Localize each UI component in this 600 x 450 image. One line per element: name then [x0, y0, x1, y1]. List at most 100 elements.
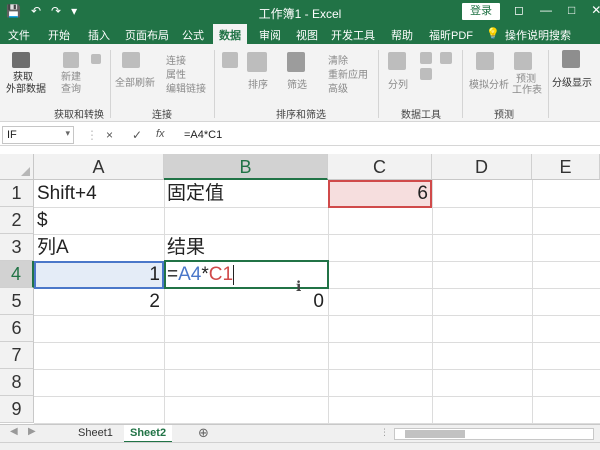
new-query-icon[interactable]: [63, 52, 79, 68]
get-data-icon[interactable]: [12, 52, 30, 68]
new-query-button[interactable]: 新建 查询: [56, 72, 86, 96]
get-external-data-button[interactable]: 获取 外部数据: [6, 72, 46, 96]
row-header-9[interactable]: 9: [0, 396, 34, 423]
properties-button[interactable]: 属性: [166, 66, 186, 81]
tab-developer[interactable]: 开发工具: [331, 27, 375, 43]
login-button[interactable]: 登录: [462, 3, 500, 20]
cell-c1[interactable]: 6: [328, 180, 432, 207]
forecast-sheet-button[interactable]: 预测 工作表: [512, 74, 542, 96]
group-separator: [548, 50, 549, 118]
cell-b4-editor[interactable]: =A4*C1: [164, 261, 328, 288]
refresh-all-button[interactable]: 全部刷新: [115, 74, 155, 89]
tab-view[interactable]: 视图: [296, 27, 318, 43]
sheet-tab-sheet2[interactable]: Sheet2: [124, 425, 173, 443]
gridline: [532, 180, 533, 424]
column-header-d[interactable]: D: [432, 154, 532, 180]
cell-a4[interactable]: 1: [34, 261, 164, 288]
text-to-columns-button[interactable]: 分列: [388, 76, 408, 91]
cell-b5[interactable]: 0: [164, 288, 328, 315]
tab-review[interactable]: 审阅: [259, 27, 281, 43]
select-all-icon: [21, 167, 30, 176]
scroll-right-icon[interactable]: ▶: [28, 426, 36, 437]
column-header-b[interactable]: B: [164, 154, 328, 180]
sheet-tab-sheet1[interactable]: Sheet1: [72, 425, 119, 443]
sort-az-icon[interactable]: [222, 52, 238, 68]
cell-b3[interactable]: 结果: [164, 234, 328, 261]
outline-button[interactable]: 分级显示: [552, 74, 592, 89]
filter-icon[interactable]: [287, 52, 305, 72]
row-header-4[interactable]: 4: [0, 261, 34, 288]
row-header-1[interactable]: 1: [0, 180, 34, 207]
what-if-analysis-button[interactable]: 模拟分析: [469, 76, 509, 91]
edit-links-button[interactable]: 编辑链接: [166, 80, 206, 95]
group-separator: [378, 50, 379, 118]
tab-home[interactable]: 开始: [48, 27, 70, 43]
text-cursor: [233, 264, 235, 285]
what-if-analysis-icon[interactable]: [476, 52, 494, 70]
advanced-button[interactable]: 高级: [328, 80, 348, 95]
cell-a3[interactable]: 列A: [34, 234, 164, 261]
tab-foxit-pdf[interactable]: 福昕PDF: [429, 27, 473, 43]
row-header-6[interactable]: 6: [0, 315, 34, 342]
refresh-all-icon[interactable]: [122, 52, 140, 68]
close-icon[interactable]: ✕: [591, 3, 600, 17]
formula-ref-a4: A4: [178, 264, 202, 285]
row-header-7[interactable]: 7: [0, 342, 34, 369]
tab-split-icon[interactable]: ⋮: [380, 427, 389, 438]
sort-icon[interactable]: [247, 52, 267, 72]
clear-button[interactable]: 清除: [328, 52, 348, 67]
cell-a2[interactable]: $: [34, 207, 164, 234]
cancel-icon[interactable]: ×: [106, 128, 113, 142]
formula-bar: IF ▾ ⋮ × ✓ fx =A4*C1: [0, 124, 600, 146]
gridline: [34, 315, 600, 316]
tab-data[interactable]: 数据: [213, 24, 247, 44]
minimize-icon[interactable]: —: [540, 3, 552, 17]
cell-a5[interactable]: 2: [34, 288, 164, 315]
group-separator: [214, 50, 215, 118]
tab-file[interactable]: 文件: [8, 27, 30, 43]
tab-formulas[interactable]: 公式: [182, 27, 204, 43]
horizontal-scrollbar[interactable]: [394, 428, 594, 440]
scroll-left-icon[interactable]: ◀: [10, 426, 18, 437]
chevron-down-icon[interactable]: ▾: [65, 128, 70, 139]
name-box[interactable]: IF ▾: [2, 126, 74, 144]
row-header-3[interactable]: 3: [0, 234, 34, 261]
insert-function-icon[interactable]: fx: [156, 128, 165, 140]
flash-fill-icon[interactable]: [420, 52, 432, 64]
row-header-2[interactable]: 2: [0, 207, 34, 234]
maximize-icon[interactable]: □: [568, 3, 575, 17]
gridline: [34, 396, 600, 397]
tab-insert[interactable]: 插入: [88, 27, 110, 43]
cell-a1[interactable]: Shift+4: [34, 180, 164, 207]
outline-icon[interactable]: [562, 50, 580, 68]
remove-duplicates-icon[interactable]: [420, 68, 432, 80]
ibeam-cursor-icon: ℹ: [296, 278, 302, 294]
row-header-5[interactable]: 5: [0, 288, 34, 315]
add-sheet-icon[interactable]: ⊕: [198, 425, 209, 441]
select-all-corner[interactable]: [0, 154, 34, 180]
tab-page-layout[interactable]: 页面布局: [125, 27, 169, 43]
tell-me-search[interactable]: 操作说明搜索: [505, 27, 571, 43]
show-queries-icon[interactable]: [91, 54, 101, 64]
status-bar: [0, 442, 600, 450]
group-separator: [462, 50, 463, 118]
reapply-button[interactable]: 重新应用: [328, 66, 368, 81]
row-header-8[interactable]: 8: [0, 369, 34, 396]
column-header-a[interactable]: A: [34, 154, 164, 180]
consolidate-icon[interactable]: [440, 52, 452, 64]
enter-icon[interactable]: ✓: [132, 128, 142, 142]
scrollbar-thumb[interactable]: [405, 430, 465, 438]
gridline: [432, 180, 433, 424]
tab-help[interactable]: 帮助: [391, 27, 413, 43]
worksheet-grid: A B C D E 1 2 3 4 5 6 7 8 9 Shift+4 固定值 …: [0, 154, 600, 424]
connections-button[interactable]: 连接: [166, 52, 186, 67]
column-header-e[interactable]: E: [532, 154, 600, 180]
restore-icon[interactable]: ◻: [514, 3, 524, 17]
sort-button[interactable]: 排序: [248, 76, 268, 91]
formula-input[interactable]: =A4*C1: [184, 129, 222, 141]
filter-button[interactable]: 筛选: [287, 76, 307, 91]
cell-b1[interactable]: 固定值: [164, 180, 328, 207]
text-to-columns-icon[interactable]: [388, 52, 406, 70]
column-header-c[interactable]: C: [328, 154, 432, 180]
forecast-sheet-icon[interactable]: [514, 52, 532, 70]
